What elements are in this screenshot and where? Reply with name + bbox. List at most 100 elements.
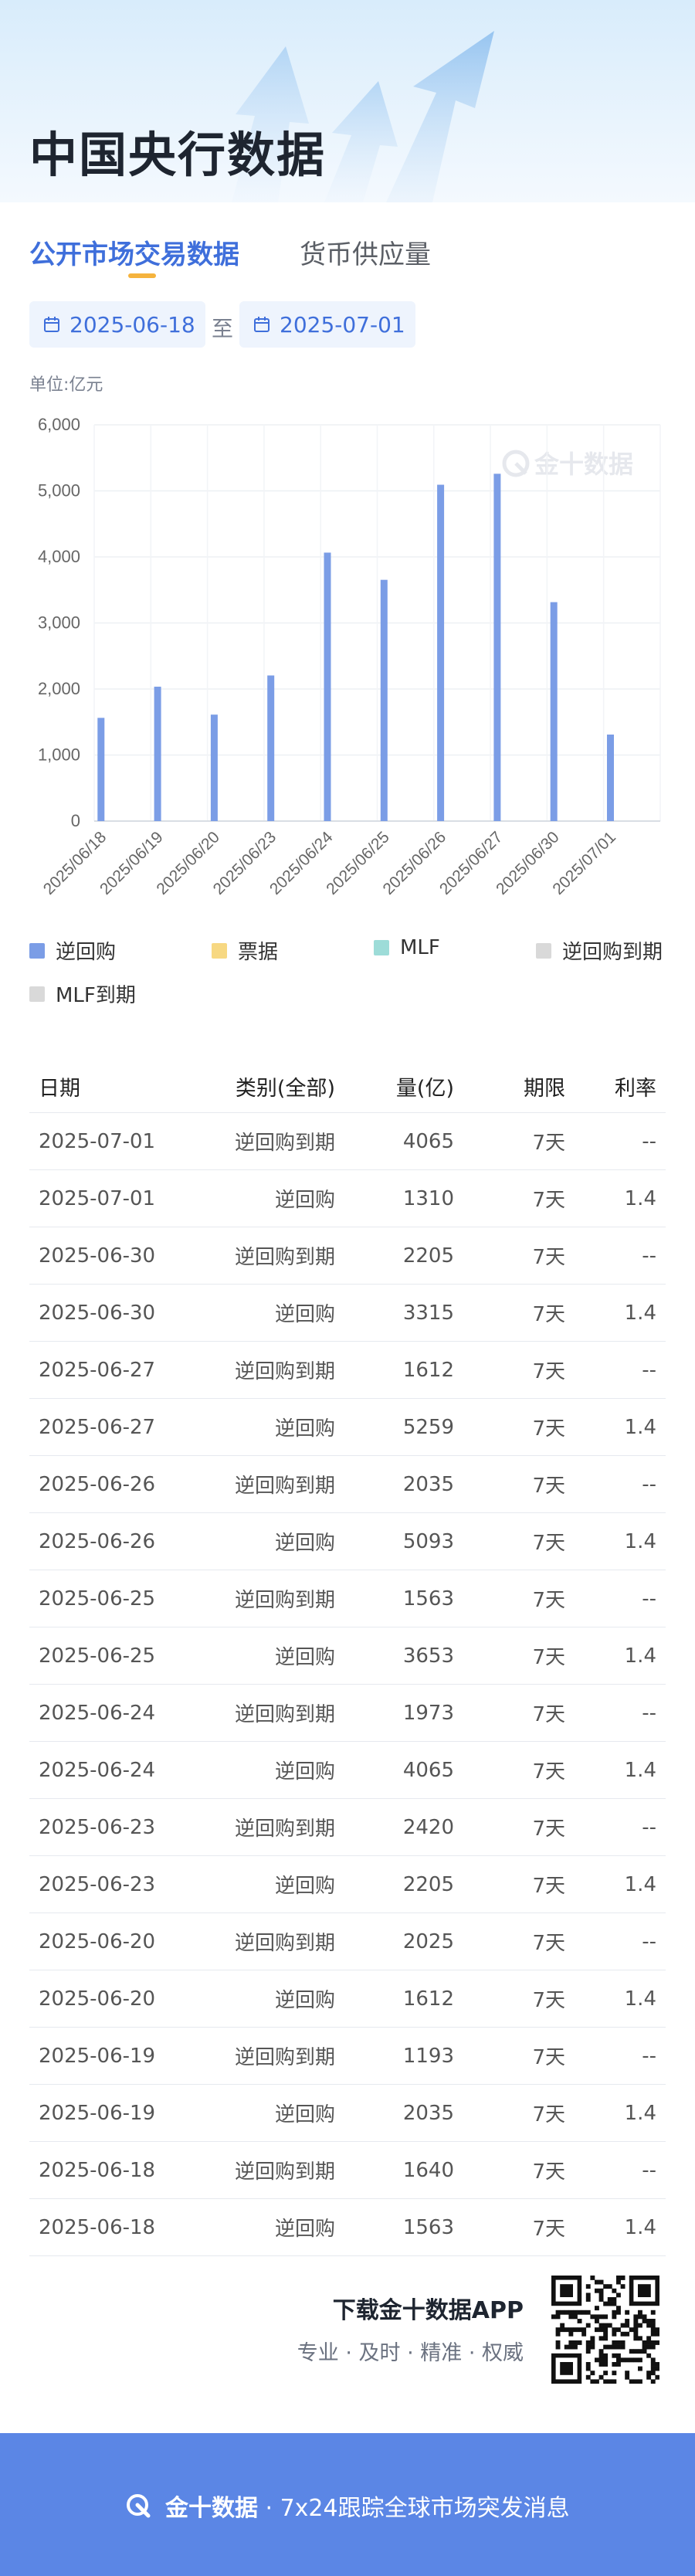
table-row: 2025-06-27 逆回购到期 1612 7天 -- (29, 1342, 666, 1399)
legend-swatch (374, 940, 389, 955)
cell-date: 2025-06-30 (39, 1244, 156, 1268)
tab-open-market[interactable]: 公开市场交易数据 (29, 233, 239, 271)
bar-逆回购-2025/06/25[interactable] (380, 579, 388, 821)
table-row: 2025-06-19 逆回购到期 1193 7天 -- (29, 2028, 666, 2085)
chart-legend: 逆回购 票据 MLF 逆回购到期 MLF到期 (29, 927, 670, 1012)
bar-逆回购-2025/06/20[interactable] (210, 714, 218, 821)
cell-category: 逆回购到期 (234, 1246, 335, 1269)
cell-category: 逆回购到期 (234, 1817, 335, 1841)
legend-item-reverse-repo[interactable]: 逆回购 (29, 936, 116, 965)
table-row: 2025-06-30 逆回购 3315 7天 1.4 (29, 1285, 666, 1342)
footer-content: 金十数据 · 7x24跟踪全球市场突发消息 (0, 2489, 695, 2523)
legend-swatch (29, 942, 45, 959)
table-row: 2025-06-24 逆回购 4065 7天 1.4 (29, 1742, 666, 1799)
cell-category: 逆回购 (274, 1417, 335, 1441)
legend-label: 逆回购到期 (562, 941, 663, 964)
cell-term: 7天 (532, 1817, 565, 1841)
download-title[interactable]: 下载金十数据APP (333, 2291, 524, 2325)
cell-term: 7天 (532, 1875, 565, 1898)
cell-date: 2025-06-27 (39, 1415, 156, 1439)
cell-term: 7天 (532, 1360, 565, 1383)
bar-逆回购-2025/06/23[interactable] (267, 675, 275, 821)
end-date-field[interactable]: 2025-07-01 (239, 301, 415, 348)
legend-label: 逆回购 (56, 941, 117, 964)
bar-逆回购-2025/06/24[interactable] (324, 552, 331, 821)
table-row: 2025-06-26 逆回购到期 2035 7天 -- (29, 1456, 666, 1513)
cell-date: 2025-06-25 (39, 1587, 156, 1610)
table-row: 2025-06-25 逆回购 3653 7天 1.4 (29, 1627, 666, 1685)
cell-amount: 1563 (402, 2215, 454, 2239)
cell-rate: -- (642, 1701, 656, 1725)
cell-rate: 1.4 (624, 1415, 656, 1439)
watermark: 金十数据 (502, 450, 633, 478)
table-row: 2025-06-20 逆回购 1612 7天 1.4 (29, 1970, 666, 2028)
cell-term: 7天 (532, 1132, 565, 1155)
cell-category: 逆回购到期 (234, 2046, 335, 2069)
cell-date: 2025-06-20 (39, 1987, 156, 2011)
cell-category: 逆回购到期 (234, 2160, 335, 2184)
header-term: 期限 (524, 1077, 565, 1101)
table-row: 2025-07-01 逆回购到期 4065 7天 -- (29, 1113, 666, 1170)
cell-category: 逆回购到期 (234, 1703, 335, 1726)
legend-item-mlf[interactable]: MLF (374, 936, 440, 959)
cell-term: 7天 (532, 1475, 565, 1498)
cell-amount: 2035 (402, 2101, 454, 2125)
legend-item-mlf-maturity[interactable]: MLF到期 (29, 979, 136, 1008)
y-tick-label: 4,000 (38, 547, 80, 566)
table-row: 2025-06-19 逆回购 2035 7天 1.4 (29, 2085, 666, 2142)
cell-category: 逆回购 (274, 1532, 335, 1555)
cell-date: 2025-07-01 (39, 1129, 156, 1153)
y-tick-label: 1,000 (38, 745, 80, 765)
cell-date: 2025-06-18 (39, 2158, 156, 2182)
cell-category: 逆回购 (274, 2103, 335, 2126)
cell-category: 逆回购到期 (234, 1475, 335, 1498)
cell-date: 2025-06-23 (39, 1815, 156, 1839)
cell-term: 7天 (532, 1417, 565, 1441)
start-date-field[interactable]: 2025-06-18 (29, 301, 205, 348)
cell-date: 2025-06-24 (39, 1758, 156, 1782)
tab-money-supply[interactable]: 货币供应量 (300, 233, 431, 271)
cell-amount: 2205 (402, 1872, 454, 1896)
legend-label: 票据 (238, 941, 279, 964)
y-tick-label: 2,000 (38, 679, 80, 698)
cell-term: 7天 (532, 2046, 565, 2069)
cell-term: 7天 (532, 1189, 565, 1212)
bar-逆回购-2025/06/19[interactable] (154, 687, 161, 821)
end-date-value: 2025-07-01 (280, 311, 405, 338)
cell-amount: 5259 (402, 1415, 454, 1439)
bar-逆回购-2025/06/27[interactable] (493, 473, 501, 821)
cell-rate: -- (642, 1587, 656, 1610)
legend-item-reverse-repo-maturity[interactable]: 逆回购到期 (536, 936, 663, 965)
footer-brand: 金十数据 (164, 2495, 258, 2522)
cell-category: 逆回购 (274, 1303, 335, 1326)
header-category-filter[interactable]: 类别(全部) (188, 1061, 335, 1112)
y-tick-label: 6,000 (38, 415, 80, 434)
cell-date: 2025-06-26 (39, 1472, 156, 1496)
cell-amount: 2420 (402, 1815, 454, 1839)
cell-amount: 1612 (402, 1358, 454, 1382)
bar-逆回购-2025/07/01[interactable] (606, 734, 614, 821)
table-row: 2025-06-23 逆回购 2205 7天 1.4 (29, 1856, 666, 1913)
calendar-icon (254, 317, 270, 332)
cell-date: 2025-06-24 (39, 1701, 156, 1725)
bar-逆回购-2025/06/26[interactable] (437, 484, 445, 821)
qr-code[interactable] (551, 2276, 659, 2384)
table-row: 2025-06-24 逆回购到期 1973 7天 -- (29, 1685, 666, 1742)
bar-逆回购-2025/06/30[interactable] (550, 602, 558, 821)
legend-swatch (536, 942, 551, 959)
cell-rate: -- (642, 1129, 656, 1153)
table-row: 2025-06-20 逆回购到期 2025 7天 -- (29, 1913, 666, 1970)
cell-category: 逆回购到期 (234, 1932, 335, 1955)
cell-term: 7天 (532, 1989, 565, 2012)
cell-amount: 2205 (402, 1244, 454, 1268)
legend-item-bills[interactable]: 票据 (212, 936, 278, 965)
table-row: 2025-06-18 逆回购 1563 7天 1.4 (29, 2199, 666, 2256)
table-row: 2025-06-27 逆回购 5259 7天 1.4 (29, 1399, 666, 1456)
bar-逆回购-2025/06/18[interactable] (97, 718, 105, 821)
cell-amount: 1193 (402, 2044, 454, 2068)
page-title: 中国央行数据 (29, 127, 327, 183)
cell-date: 2025-06-25 (39, 1644, 156, 1668)
cell-date: 2025-06-19 (39, 2044, 156, 2068)
brand-logo-icon (127, 2494, 151, 2518)
cell-rate: 1.4 (624, 2215, 656, 2239)
